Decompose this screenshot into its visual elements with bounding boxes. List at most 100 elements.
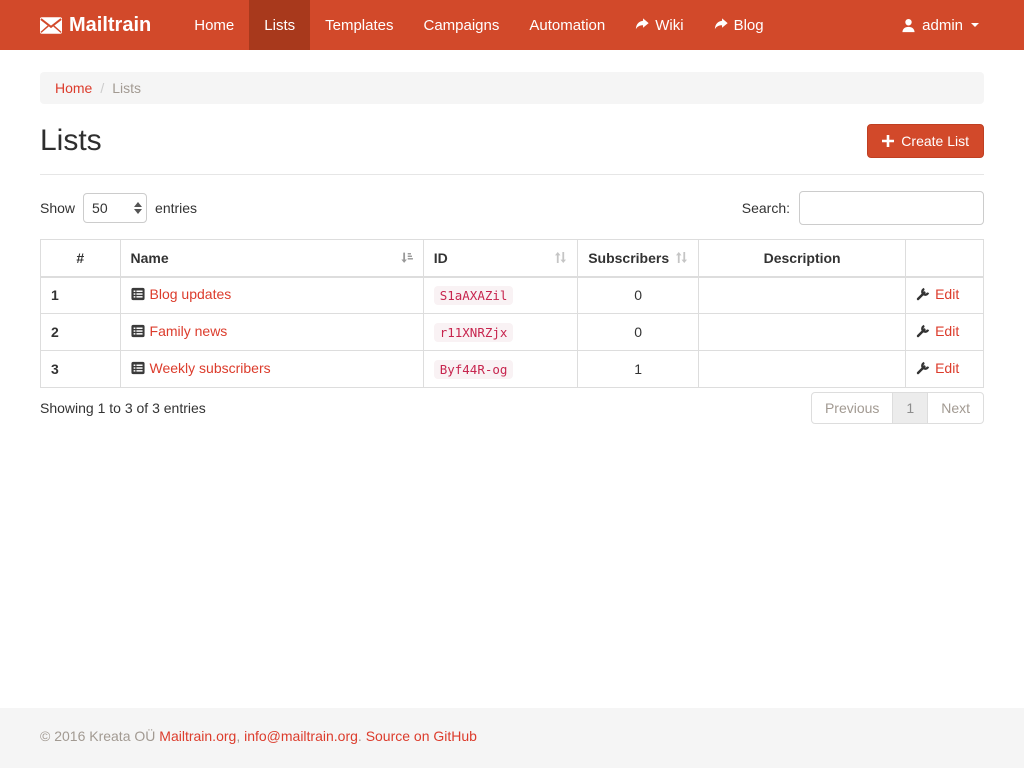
show-label: Show bbox=[40, 200, 75, 216]
brand[interactable]: Mailtrain bbox=[40, 0, 151, 50]
row-index: 2 bbox=[41, 314, 121, 351]
table-summary: Showing 1 to 3 of 3 entries bbox=[40, 400, 206, 416]
source-github-link[interactable]: Source on GitHub bbox=[366, 728, 477, 744]
nav-item-home[interactable]: Home bbox=[179, 0, 249, 50]
edit-label: Edit bbox=[935, 360, 959, 376]
plus-icon bbox=[882, 135, 894, 147]
nav-item-templates[interactable]: Templates bbox=[310, 0, 408, 50]
list-name: Weekly subscribers bbox=[150, 360, 271, 376]
pagination-page-1[interactable]: 1 bbox=[892, 392, 928, 424]
row-index: 3 bbox=[41, 351, 121, 388]
list-name-link[interactable]: Family news bbox=[131, 323, 228, 339]
nav-label: Campaigns bbox=[423, 17, 499, 34]
search-input[interactable] bbox=[799, 191, 984, 225]
pagination-previous[interactable]: Previous bbox=[811, 392, 893, 424]
edit-link[interactable]: Edit bbox=[916, 323, 959, 339]
list-name: Family news bbox=[150, 323, 228, 339]
nav-label: Blog bbox=[734, 17, 764, 34]
main-content: Home / Lists Lists Create List Show 50 e… bbox=[0, 50, 1024, 708]
list-icon bbox=[131, 287, 145, 301]
list-description bbox=[699, 351, 906, 388]
divider bbox=[40, 174, 984, 175]
nav-item-wiki[interactable]: Wiki bbox=[620, 0, 698, 50]
create-list-button[interactable]: Create List bbox=[867, 124, 984, 158]
sort-both-icon bbox=[554, 251, 567, 264]
mailtrain-org-link[interactable]: Mailtrain.org bbox=[159, 728, 236, 744]
entries-label: entries bbox=[155, 200, 197, 216]
breadcrumb-home-link[interactable]: Home bbox=[55, 80, 92, 96]
nav-label: Lists bbox=[264, 17, 295, 34]
breadcrumb: Home / Lists bbox=[40, 72, 984, 104]
col-header-label: Name bbox=[131, 250, 169, 266]
col-header-subscribers[interactable]: Subscribers bbox=[578, 240, 699, 277]
username: admin bbox=[922, 17, 963, 34]
edit-label: Edit bbox=[935, 286, 959, 302]
create-list-label: Create List bbox=[901, 133, 969, 149]
nav-item-campaigns[interactable]: Campaigns bbox=[408, 0, 514, 50]
footer-separator: . bbox=[358, 728, 362, 744]
pagination: Previous 1 Next bbox=[811, 392, 984, 424]
subscriber-count: 1 bbox=[578, 351, 699, 388]
nav-label: Templates bbox=[325, 17, 393, 34]
table-row: 2 Family news r11XNRZjx 0 bbox=[41, 314, 984, 351]
subscriber-count: 0 bbox=[578, 277, 699, 314]
page-title: Lists bbox=[40, 124, 102, 158]
nav-item-blog[interactable]: Blog bbox=[699, 0, 779, 50]
list-icon bbox=[131, 361, 145, 375]
copyright-text: © 2016 Kreata OÜ bbox=[40, 728, 155, 744]
page-length-select-wrap: 50 bbox=[83, 193, 147, 223]
subscriber-count: 0 bbox=[578, 314, 699, 351]
chevron-down-icon bbox=[971, 23, 979, 27]
col-header-actions bbox=[906, 240, 984, 277]
sort-desc-icon bbox=[400, 251, 413, 264]
email-link[interactable]: info@mailtrain.org bbox=[244, 728, 358, 744]
list-id: r11XNRZjx bbox=[434, 323, 514, 342]
edit-link[interactable]: Edit bbox=[916, 286, 959, 302]
list-icon bbox=[131, 324, 145, 338]
envelope-icon bbox=[40, 17, 62, 34]
table-row: 1 Blog updates S1aAXAZil 0 bbox=[41, 277, 984, 314]
list-name: Blog updates bbox=[150, 286, 232, 302]
table-row: 3 Weekly subscribers Byf44R-og 1 bbox=[41, 351, 984, 388]
breadcrumb-separator: / bbox=[100, 80, 104, 96]
nav-label: Home bbox=[194, 17, 234, 34]
col-header-label: Subscribers bbox=[588, 250, 669, 266]
main-nav: Home Lists Templates Campaigns Automatio… bbox=[179, 0, 778, 50]
wrench-icon bbox=[916, 287, 930, 301]
col-header-id[interactable]: ID bbox=[423, 240, 577, 277]
nav-label: Wiki bbox=[655, 17, 683, 34]
wrench-icon bbox=[916, 324, 930, 338]
sort-both-icon bbox=[675, 251, 688, 264]
user-menu[interactable]: admin bbox=[896, 0, 984, 50]
wrench-icon bbox=[916, 361, 930, 375]
breadcrumb-current: Lists bbox=[112, 80, 141, 96]
footer-separator: , bbox=[236, 728, 240, 744]
top-navbar: Mailtrain Home Lists Templates Campaigns… bbox=[0, 0, 1024, 50]
list-name-link[interactable]: Blog updates bbox=[131, 286, 232, 302]
col-header-name[interactable]: Name bbox=[120, 240, 423, 277]
nav-label: Automation bbox=[529, 17, 605, 34]
table-header-row: # Name bbox=[41, 240, 984, 277]
nav-item-lists[interactable]: Lists bbox=[249, 0, 310, 50]
search-label: Search: bbox=[742, 200, 790, 216]
row-index: 1 bbox=[41, 277, 121, 314]
edit-label: Edit bbox=[935, 323, 959, 339]
list-description bbox=[699, 277, 906, 314]
list-id: S1aAXAZil bbox=[434, 286, 514, 305]
col-header-index[interactable]: # bbox=[41, 240, 121, 277]
external-share-icon bbox=[714, 18, 728, 32]
page-footer: © 2016 Kreata OÜ Mailtrain.org, info@mai… bbox=[0, 708, 1024, 768]
edit-link[interactable]: Edit bbox=[916, 360, 959, 376]
list-id: Byf44R-og bbox=[434, 360, 514, 379]
list-description bbox=[699, 314, 906, 351]
nav-item-automation[interactable]: Automation bbox=[514, 0, 620, 50]
user-icon bbox=[901, 18, 916, 33]
external-share-icon bbox=[635, 18, 649, 32]
col-header-description[interactable]: Description bbox=[699, 240, 906, 277]
col-header-label: ID bbox=[434, 250, 448, 266]
brand-label: Mailtrain bbox=[69, 14, 151, 37]
page-length-select[interactable]: 50 bbox=[83, 193, 147, 223]
pagination-next[interactable]: Next bbox=[927, 392, 984, 424]
lists-table: # Name bbox=[40, 239, 984, 388]
list-name-link[interactable]: Weekly subscribers bbox=[131, 360, 271, 376]
